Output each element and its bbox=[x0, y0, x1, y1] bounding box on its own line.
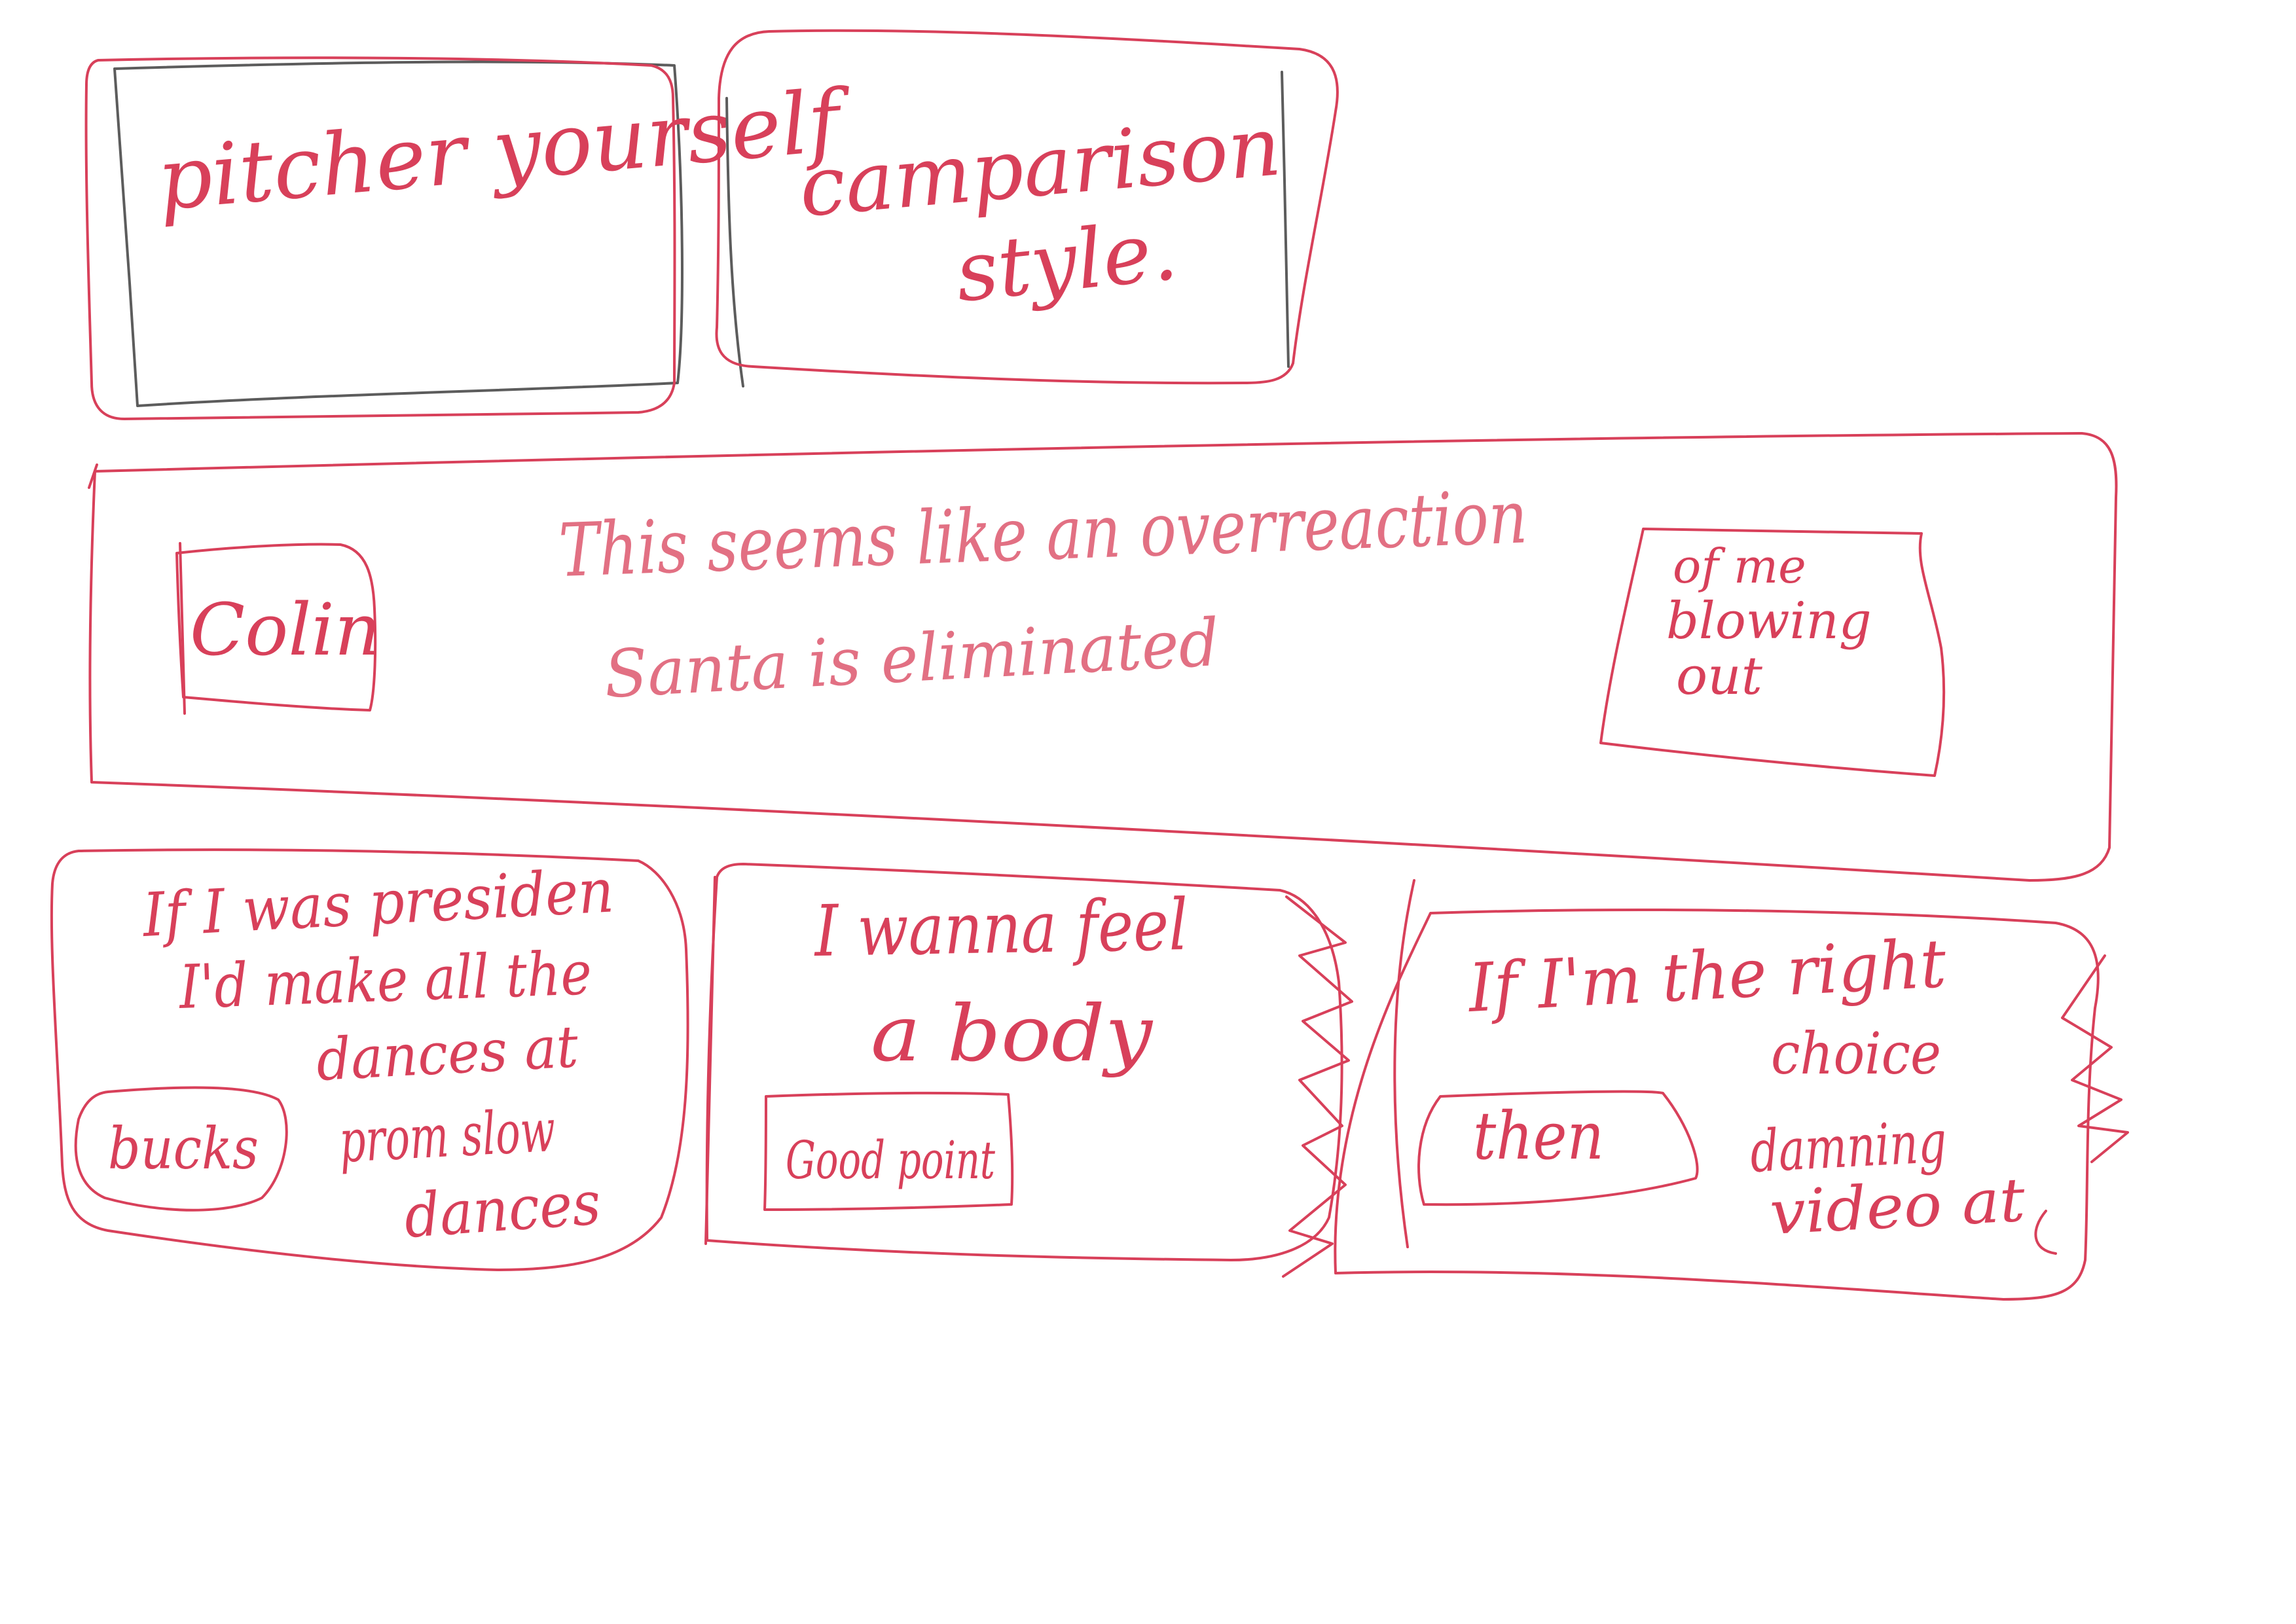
panel-4-caption-line-2: I'd make all the bbox=[177, 938, 592, 1022]
panel-6: If I'm the right choice damning video at… bbox=[1334, 879, 2129, 1301]
panel-6-caption-line-1: If I'm the right bbox=[1465, 925, 1948, 1028]
panel-5-caption-line-2: a body bbox=[871, 988, 1153, 1079]
good-point-label: Good point bbox=[786, 1130, 996, 1191]
panel-2-caption-line-1: camparison bbox=[795, 99, 1285, 236]
panel-6-left-tick bbox=[1393, 879, 1415, 1248]
panel-3-caption-line-1: This seems like an overreaction bbox=[557, 475, 1529, 594]
panel-6-caption-line-4: video at bbox=[1768, 1165, 2028, 1248]
panel-3-caption-line-2: Santa is eliminated bbox=[602, 604, 1221, 713]
panel-5-left-tick bbox=[704, 876, 716, 1245]
panel-1-caption: pitcher yourself bbox=[153, 70, 856, 230]
panel-5: I wanna feel a body Good point bbox=[704, 863, 1353, 1278]
panel-4-caption-line-4: prom slow bbox=[338, 1096, 557, 1176]
panel-2-pencil-edge-right bbox=[1281, 71, 1290, 368]
panel-4-caption-line-1: If I was presiden bbox=[140, 856, 615, 950]
panel-4: If I was presiden I'd make all the dance… bbox=[50, 848, 689, 1271]
panel-4-caption-line-3: dances at bbox=[315, 1013, 580, 1094]
bucks-label: bucks bbox=[108, 1115, 259, 1182]
then-label: then bbox=[1473, 1098, 1604, 1174]
colin-label: Colin bbox=[190, 588, 381, 672]
right-box-line-1: of me bbox=[1673, 539, 1806, 594]
right-box-line-3: out bbox=[1676, 645, 1763, 706]
panel-6-hook bbox=[2034, 1210, 2057, 1255]
panel-5-caption-line-1: I wanna feel bbox=[813, 884, 1189, 973]
right-box-line-2: blowing bbox=[1666, 592, 1872, 651]
panel-4-caption-line-5: dances bbox=[402, 1168, 603, 1252]
panel-6-squiggle-edge bbox=[2061, 954, 2129, 1163]
panel-3: Colin This seems like an overreaction Sa… bbox=[88, 432, 2118, 882]
panel-6-caption-line-2: choice bbox=[1771, 1020, 1941, 1087]
panel-2-caption-line-2: style. bbox=[951, 203, 1182, 321]
storyboard-sheet: pitcher yourself camparison style. Colin… bbox=[50, 29, 2129, 1301]
